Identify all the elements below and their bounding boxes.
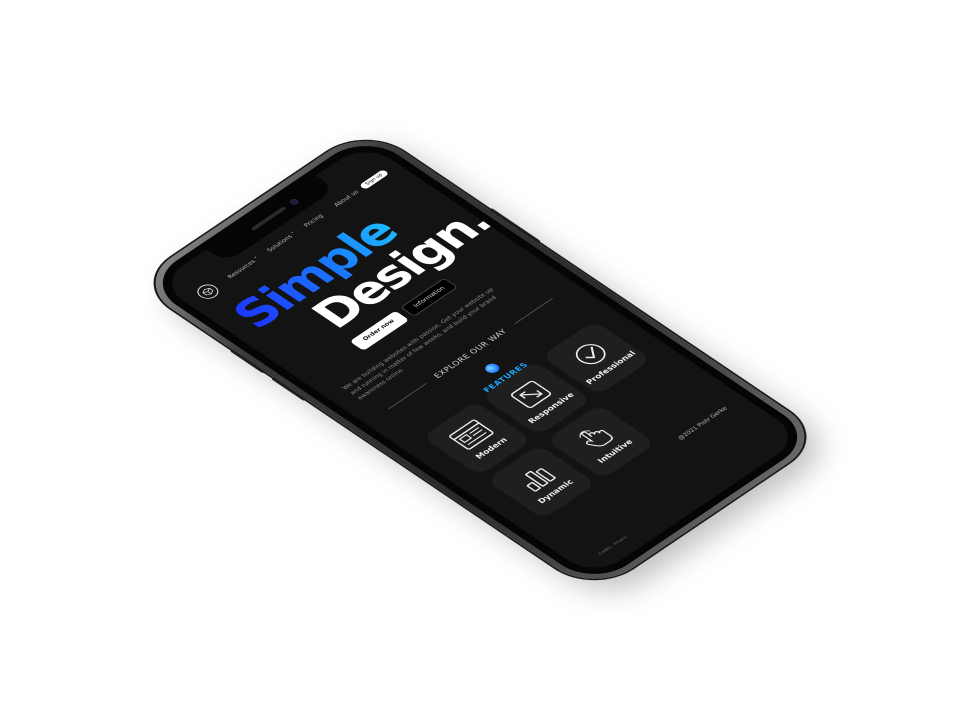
nav-item-pricing[interactable]: Pricing [302, 213, 325, 228]
nav-item-solutions[interactable]: Solutions ˅ [265, 231, 298, 253]
cube-logo-icon[interactable] [193, 281, 223, 302]
front-camera [288, 197, 301, 206]
signup-button[interactable]: Sign up [358, 169, 390, 190]
nav-item-resources[interactable]: Resources ˅ [226, 256, 261, 280]
features-dot-icon [482, 361, 503, 376]
phone-device: Resources ˅ Solutions ˅ Pricing About us… [133, 126, 827, 594]
footer-links[interactable]: Credits · Privacy [597, 535, 628, 556]
nav-item-about[interactable]: About us [332, 189, 360, 208]
